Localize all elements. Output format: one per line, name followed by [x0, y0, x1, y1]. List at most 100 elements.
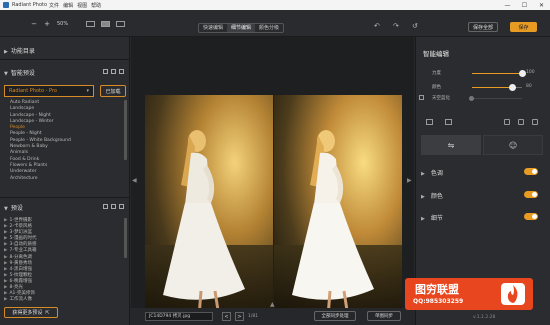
menu-file[interactable]: 文件	[49, 2, 59, 9]
tab-detail-edit[interactable]: 细节编辑	[227, 24, 256, 32]
redo-icon[interactable]: ↷	[393, 22, 399, 30]
filters-label: 预设	[10, 205, 23, 212]
strength-slider[interactable]	[472, 70, 526, 77]
list-icon[interactable]	[111, 204, 116, 209]
chevron-right-icon: ▶	[421, 194, 425, 200]
slider-knob[interactable]	[509, 84, 516, 91]
split-view-icon[interactable]	[101, 21, 110, 27]
window-controls: — ☐ ✕	[499, 0, 550, 10]
save-all-button[interactable]: 保存全部	[468, 22, 498, 32]
app-window: Radiant Photo 文件 编辑 视图 帮助 — ☐ ✕ − + 50% …	[0, 0, 550, 325]
function-list-label: 功能目录	[10, 48, 35, 55]
watermark-text: 图穷联盟	[415, 283, 459, 296]
slider-fill	[472, 87, 512, 88]
preset-scrollbar[interactable]	[124, 100, 127, 160]
preset-dropdown[interactable]: Radiant Photo - Pro ▾	[4, 85, 94, 97]
next-image-button[interactable]: >	[235, 312, 244, 321]
undo-icon[interactable]: ↶	[374, 22, 380, 30]
version-label: v.1.1.2.28	[473, 315, 496, 320]
chevron-right-icon: ▶	[421, 171, 425, 177]
color-toggle[interactable]	[524, 191, 538, 198]
sync-all-button[interactable]: 全部同步处理	[314, 311, 356, 321]
tab-color-grading[interactable]: 颜色分级	[255, 24, 283, 32]
tone-toggle[interactable]	[524, 168, 538, 175]
close-button[interactable]: ✕	[533, 0, 550, 10]
flip-icon[interactable]	[504, 119, 510, 125]
slider-fill	[472, 73, 522, 74]
strength-label: 力度	[432, 71, 441, 76]
minimize-button[interactable]: —	[499, 0, 516, 10]
menu-icon[interactable]	[119, 69, 124, 74]
menu-edit[interactable]: 编辑	[63, 2, 73, 9]
filters-header[interactable]: ▼ 预设	[4, 203, 23, 212]
watermark-badge: 图穷联盟 QQ:985303259	[405, 278, 533, 310]
maximize-button[interactable]: ☐	[516, 0, 533, 10]
get-more-presets-button[interactable]: 获得更多预设 ⇱	[4, 307, 58, 318]
filter-item[interactable]: ▶ 工作流人像	[4, 297, 124, 303]
after-image	[274, 95, 402, 320]
menu-icon[interactable]	[119, 204, 124, 209]
canvas-bottom-bar: JC14D794 拷贝.jpg < > 1/81 全部同步处理 单图同步	[131, 308, 414, 325]
slider-knob[interactable]	[469, 96, 474, 101]
app-title: Radiant Photo	[12, 2, 48, 8]
section-tone[interactable]: ▶ 色调	[421, 168, 443, 177]
crop-tools	[426, 119, 464, 125]
save-button[interactable]: 保存	[510, 22, 537, 32]
rotate-left-icon[interactable]	[518, 119, 524, 125]
smart-presets-label: 智能预设	[10, 70, 35, 77]
mode-tabs: 快速编辑 细节编辑 颜色分级	[198, 23, 285, 33]
before-image	[145, 95, 273, 320]
title-bar: Radiant Photo 文件 编辑 视图 帮助 — ☐ ✕	[0, 0, 550, 10]
zoom-in-button[interactable]: +	[43, 20, 51, 28]
tab-quick-edit[interactable]: 快速编辑	[199, 24, 227, 32]
prev-image-button[interactable]: <	[222, 312, 231, 321]
image-icon[interactable]	[426, 119, 433, 125]
expand-filmstrip-icon[interactable]: ▲	[270, 301, 275, 308]
filename-value: JC14D794 拷贝.jpg	[149, 314, 191, 319]
chevron-down-icon: ▾	[86, 88, 89, 94]
filter-scrollbar[interactable]	[124, 218, 127, 258]
preset-item[interactable]: Architecture	[10, 176, 120, 182]
divider	[0, 197, 130, 198]
single-sync-button[interactable]: 单图同步	[367, 311, 401, 321]
grid-icon[interactable]	[103, 204, 108, 209]
function-list-header[interactable]: ▶ 功能目录	[4, 46, 35, 55]
collapse-right-icon[interactable]: ▶	[407, 177, 412, 184]
color-slider[interactable]	[472, 84, 522, 91]
zoom-out-button[interactable]: −	[30, 20, 38, 28]
section-color[interactable]: ▶ 颜色	[421, 191, 443, 200]
collapse-left-icon[interactable]: ◀	[132, 177, 137, 184]
sky-label: 天空蓝化	[432, 96, 450, 101]
tab-portrait[interactable]: ☺	[483, 135, 543, 155]
strength-value: 100	[526, 70, 535, 75]
list-icon[interactable]	[111, 69, 116, 74]
compare-view-icon[interactable]	[116, 21, 125, 27]
watermark-qq: QQ:985303259	[413, 298, 464, 305]
menu-view[interactable]: 视图	[77, 2, 87, 9]
section-color-label: 颜色	[430, 193, 443, 200]
reset-icon[interactable]: ↺	[412, 22, 418, 30]
grid-icon[interactable]	[103, 69, 108, 74]
rotate-right-icon[interactable]	[532, 119, 538, 125]
left-panel: ▶ 功能目录 ▼ 智能预设 Radiant Photo - Pro ▾ 已加载 Aut…	[0, 37, 130, 325]
toolbar: − + 50% 快速编辑 细节编辑 颜色分级 ↶ ↷ ↺ 保存全部 保存	[0, 10, 550, 37]
tab-adjustments[interactable]: ⇋	[421, 135, 481, 155]
smart-presets-header[interactable]: ▼ 智能预设	[4, 68, 35, 77]
page-counter: 1/81	[248, 314, 259, 319]
loaded-button[interactable]: 已加载	[100, 85, 126, 97]
slider-knob[interactable]	[519, 70, 526, 77]
crop-icon[interactable]	[445, 119, 452, 125]
filename-field[interactable]: JC14D794 拷贝.jpg	[145, 312, 213, 321]
section-detail[interactable]: ▶ 细节	[421, 213, 443, 222]
zoom-level: 50%	[57, 21, 69, 27]
menu-help[interactable]: 帮助	[91, 2, 101, 9]
sky-checkbox[interactable]	[419, 95, 424, 100]
sky-slider[interactable]	[469, 96, 522, 101]
color-value: 80	[526, 84, 532, 89]
single-view-icon[interactable]	[86, 21, 95, 27]
canvas-area: ◀ ▶ ▲ JC14D794 拷贝.jpg < > 1/81 全部同步处理 单图…	[131, 37, 414, 325]
view-toggle-icons	[100, 69, 124, 74]
flame-logo-icon	[501, 283, 525, 305]
smart-edit-title: 智能编辑	[423, 50, 449, 58]
detail-toggle[interactable]	[524, 213, 538, 220]
